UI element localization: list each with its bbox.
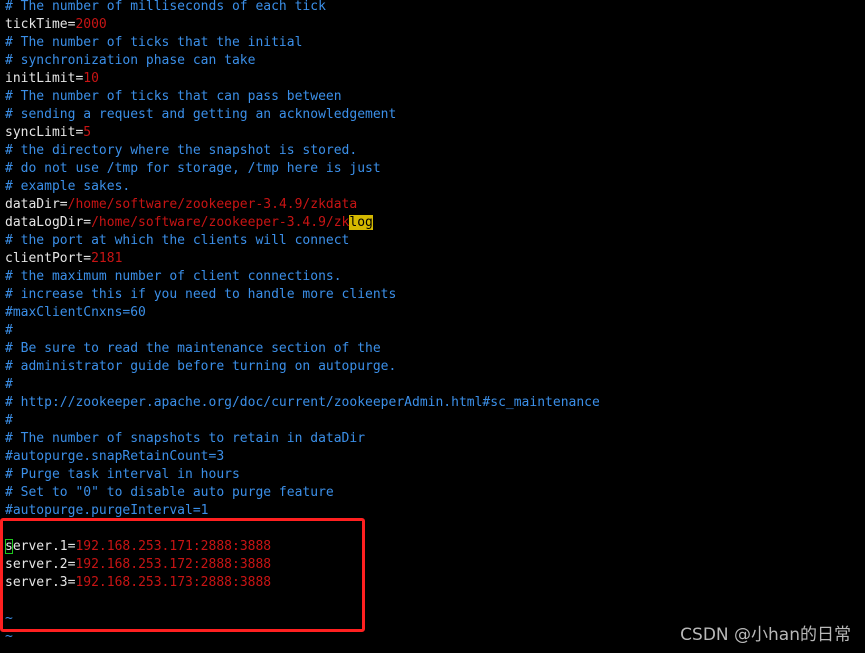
editor-line[interactable]: #autopurge.snapRetainCount=3	[5, 448, 600, 466]
editor-line[interactable]: syncLimit=5	[5, 124, 600, 142]
editor-line[interactable]: # Set to "0" to disable auto purge featu…	[5, 484, 600, 502]
editor-line[interactable]: initLimit=10	[5, 70, 600, 88]
comment-text: # The number of snapshots to retain in d…	[5, 431, 366, 446]
text-text: syncLimit=	[5, 125, 84, 140]
text-text: tickTime=	[5, 17, 76, 32]
editor-line[interactable]: # the port at which the clients will con…	[5, 232, 600, 250]
editor-line[interactable]: # do not use /tmp for storage, /tmp here…	[5, 160, 600, 178]
comment-text: # do not use /tmp for storage, /tmp here…	[5, 161, 381, 176]
editor-line[interactable]: # Purge task interval in hours	[5, 466, 600, 484]
comment-text: # Purge task interval in hours	[5, 467, 240, 482]
editor-line[interactable]: # administrator guide before turning on …	[5, 358, 600, 376]
watermark: CSDN @小han的日常	[680, 625, 851, 645]
comment-text: #	[5, 413, 13, 428]
comment-text: # administrator guide before turning on …	[5, 359, 397, 374]
text-text: dataDir=	[5, 197, 68, 212]
value-text: /home/software/zookeeper-3.4.9/zkdata	[67, 197, 358, 212]
editor-line[interactable]: # synchronization phase can take	[5, 52, 600, 70]
comment-text: # the maximum number of client connectio…	[5, 269, 342, 284]
editor-line[interactable]: #	[5, 412, 600, 430]
editor-line[interactable]: # the maximum number of client connectio…	[5, 268, 600, 286]
editor-line[interactable]: #	[5, 322, 600, 340]
editor-line[interactable]: # Be sure to read the maintenance sectio…	[5, 340, 600, 358]
text-text: clientPort=	[5, 251, 92, 266]
comment-text: # synchronization phase can take	[5, 53, 256, 68]
value-text: 10	[83, 71, 99, 86]
comment-text: # The number of ticks that the initial	[5, 35, 303, 50]
editor-line[interactable]: tickTime=2000	[5, 16, 600, 34]
text-text: dataLogDir=	[5, 215, 92, 230]
comment-text: # Be sure to read the maintenance sectio…	[5, 341, 381, 356]
value-text: 2000	[75, 17, 107, 32]
editor-line[interactable]: # the directory where the snapshot is st…	[5, 142, 600, 160]
editor-line[interactable]: # The number of milliseconds of each tic…	[5, 0, 600, 16]
comment-text: # example sakes.	[5, 179, 131, 194]
comment-text: #	[5, 323, 13, 338]
search-match: log	[349, 215, 373, 230]
comment-text: # the directory where the snapshot is st…	[5, 143, 358, 158]
editor-line[interactable]: clientPort=2181	[5, 250, 600, 268]
comment-text: # sending a request and getting an ackno…	[5, 107, 397, 122]
editor-line[interactable]: # The number of snapshots to retain in d…	[5, 430, 600, 448]
editor-line[interactable]: #maxClientCnxns=60	[5, 304, 600, 322]
comment-text: #maxClientCnxns=60	[5, 305, 146, 320]
comment-text: # increase this if you need to handle mo…	[5, 287, 397, 302]
comment-text: # The number of ticks that can pass betw…	[5, 89, 342, 104]
comment-text: #	[5, 377, 13, 392]
editor-line[interactable]: # example sakes.	[5, 178, 600, 196]
annotation-highlight-box	[0, 518, 365, 632]
editor-line[interactable]: # The number of ticks that can pass betw…	[5, 88, 600, 106]
editor-line[interactable]: # sending a request and getting an ackno…	[5, 106, 600, 124]
editor-line[interactable]: # increase this if you need to handle mo…	[5, 286, 600, 304]
text-text: initLimit=	[5, 71, 84, 86]
comment-text: # The number of milliseconds of each tic…	[5, 0, 326, 14]
editor-line[interactable]: #	[5, 376, 600, 394]
editor-line[interactable]: # http://zookeeper.apache.org/doc/curren…	[5, 394, 600, 412]
comment-text: # the port at which the clients will con…	[5, 233, 350, 248]
comment-text: #autopurge.snapRetainCount=3	[5, 449, 225, 464]
comment-text: # http://zookeeper.apache.org/doc/curren…	[5, 395, 600, 410]
editor-line[interactable]: dataDir=/home/software/zookeeper-3.4.9/z…	[5, 196, 600, 214]
editor-line[interactable]: # The number of ticks that the initial	[5, 34, 600, 52]
editor-line[interactable]: dataLogDir=/home/software/zookeeper-3.4.…	[5, 214, 600, 232]
comment-text: #autopurge.purgeInterval=1	[5, 503, 209, 518]
value-text: /home/software/zookeeper-3.4.9/zk	[91, 215, 350, 230]
comment-text: # Set to "0" to disable auto purge featu…	[5, 485, 334, 500]
value-text: 5	[83, 125, 92, 140]
value-text: 2181	[91, 251, 123, 266]
